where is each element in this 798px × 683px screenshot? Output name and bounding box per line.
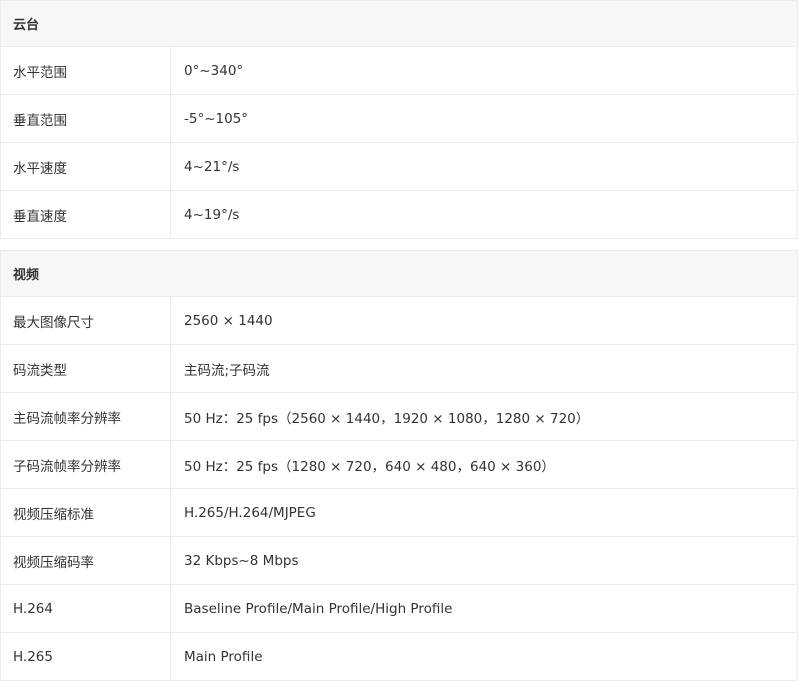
spec-label: H.265 — [1, 633, 171, 680]
spec-section-video: 视频 最大图像尺寸 2560 × 1440 码流类型 主码流;子码流 主码流帧率… — [0, 250, 798, 681]
table-row: 主码流帧率分辨率 50 Hz：25 fps（2560 × 1440，1920 ×… — [1, 393, 797, 441]
spec-value: Main Profile — [184, 648, 263, 665]
table-row: 码流类型 主码流;子码流 — [1, 345, 797, 393]
table-row: 水平范围 0°~340° — [1, 47, 797, 95]
spec-value: 32 Kbps~8 Mbps — [184, 552, 299, 569]
spec-value: 0°~340° — [184, 62, 244, 79]
table-row: 垂直速度 4~19°/s — [1, 191, 797, 239]
table-row: 垂直范围 -5°~105° — [1, 95, 797, 143]
spec-value: 50 Hz：25 fps（2560 × 1440，1920 × 1080，128… — [184, 410, 590, 427]
spec-table: 云台 水平范围 0°~340° 垂直范围 -5°~105° 水平速度 4~21°… — [0, 0, 798, 681]
spec-label: 子码流帧率分辨率 — [1, 441, 171, 488]
spec-label: 垂直速度 — [1, 191, 171, 238]
spec-label: 最大图像尺寸 — [1, 297, 171, 344]
table-row: H.265 Main Profile — [1, 633, 797, 681]
spec-label: 水平速度 — [1, 143, 171, 190]
spec-value: 主码流;子码流 — [184, 362, 270, 379]
spec-value: 50 Hz：25 fps（1280 × 720，640 × 480，640 × … — [184, 458, 555, 475]
spec-value: 2560 × 1440 — [184, 312, 273, 329]
spec-value: 4~21°/s — [184, 158, 240, 175]
spec-label: 水平范围 — [1, 47, 171, 94]
section-header: 视频 — [1, 251, 797, 297]
section-header: 云台 — [1, 1, 797, 47]
table-row: 水平速度 4~21°/s — [1, 143, 797, 191]
spec-value: -5°~105° — [184, 110, 249, 127]
spec-label: 视频压缩码率 — [1, 537, 171, 584]
table-row: 视频压缩标准 H.265/H.264/MJPEG — [1, 489, 797, 537]
spec-label: H.264 — [1, 585, 171, 632]
spec-label: 视频压缩标准 — [1, 489, 171, 536]
table-row: 最大图像尺寸 2560 × 1440 — [1, 297, 797, 345]
spec-value: H.265/H.264/MJPEG — [184, 504, 316, 521]
spec-value: Baseline Profile/Main Profile/High Profi… — [184, 600, 453, 617]
table-row: 视频压缩码率 32 Kbps~8 Mbps — [1, 537, 797, 585]
spec-section-ptz: 云台 水平范围 0°~340° 垂直范围 -5°~105° 水平速度 4~21°… — [0, 0, 798, 239]
table-row: H.264 Baseline Profile/Main Profile/High… — [1, 585, 797, 633]
spec-label: 垂直范围 — [1, 95, 171, 142]
spec-label: 码流类型 — [1, 345, 171, 392]
spec-label: 主码流帧率分辨率 — [1, 393, 171, 440]
spec-value: 4~19°/s — [184, 206, 240, 223]
table-row: 子码流帧率分辨率 50 Hz：25 fps（1280 × 720，640 × 4… — [1, 441, 797, 489]
